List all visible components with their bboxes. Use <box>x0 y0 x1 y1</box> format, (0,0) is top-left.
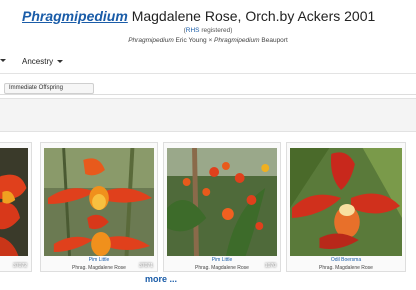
parent2-name: Beauport <box>259 37 288 44</box>
photo-card[interactable]: Odil Boersma Phrag. Magdalene Rose <box>286 142 406 272</box>
orchid-photo[interactable] <box>290 148 402 256</box>
parent1-name: Eric Young × <box>173 37 215 44</box>
dropdown-caret-icon[interactable] <box>0 59 6 62</box>
parent1-genus: Phragmipedium <box>128 37 174 44</box>
photo-card[interactable]: 1070 Pim Little Phrag. Magdalene Rose <box>163 142 281 272</box>
orchid-photo[interactable] <box>167 148 277 256</box>
registration-line: (RHS registered) <box>0 27 416 34</box>
nav-bar: Ancestry <box>0 55 416 71</box>
subtab-bar: Immediate Offspring <box>0 83 416 95</box>
photographer-link[interactable]: Odil Boersma <box>287 257 405 263</box>
caret-down-icon <box>57 60 64 63</box>
photo-number: 37072 <box>13 263 27 269</box>
more-link[interactable]: more ... <box>145 274 177 284</box>
ancestry-menu[interactable]: Ancestry <box>22 57 64 66</box>
offspring-panel <box>0 98 416 132</box>
photographer-link[interactable]: Pim Little <box>164 257 280 263</box>
rhs-link[interactable]: RHS <box>186 27 200 34</box>
parentage-line: Phragmipedium Eric Young × Phragmipedium… <box>0 37 416 44</box>
title-text: Magdalene Rose, Orch.by Ackers 2001 <box>131 8 376 24</box>
photo-caption: Phrag. Magdalene Rose <box>195 265 249 271</box>
photo-caption: Phrag. Magdalene Rose <box>319 265 373 271</box>
registration-text: registered) <box>199 27 233 34</box>
genus-link[interactable]: Phragmipedium <box>22 8 128 24</box>
divider <box>0 73 416 74</box>
parent2-genus: Phragmipedium <box>214 37 260 44</box>
page-title: Phragmipedium Magdalene Rose, Orch.by Ac… <box>22 8 375 24</box>
photo-card[interactable]: 37072 <box>0 142 32 272</box>
photo-card[interactable]: 37071 Pim Little Phrag. Magdalene Rose <box>40 142 158 272</box>
orchid-photo[interactable] <box>0 148 28 256</box>
orchid-photo[interactable] <box>44 148 154 256</box>
photo-caption: Phrag. Magdalene Rose <box>72 265 126 271</box>
photographer-link[interactable]: Pim Little <box>41 257 157 263</box>
tab-immediate-offspring[interactable]: Immediate Offspring <box>4 83 94 94</box>
ancestry-label: Ancestry <box>22 57 54 66</box>
